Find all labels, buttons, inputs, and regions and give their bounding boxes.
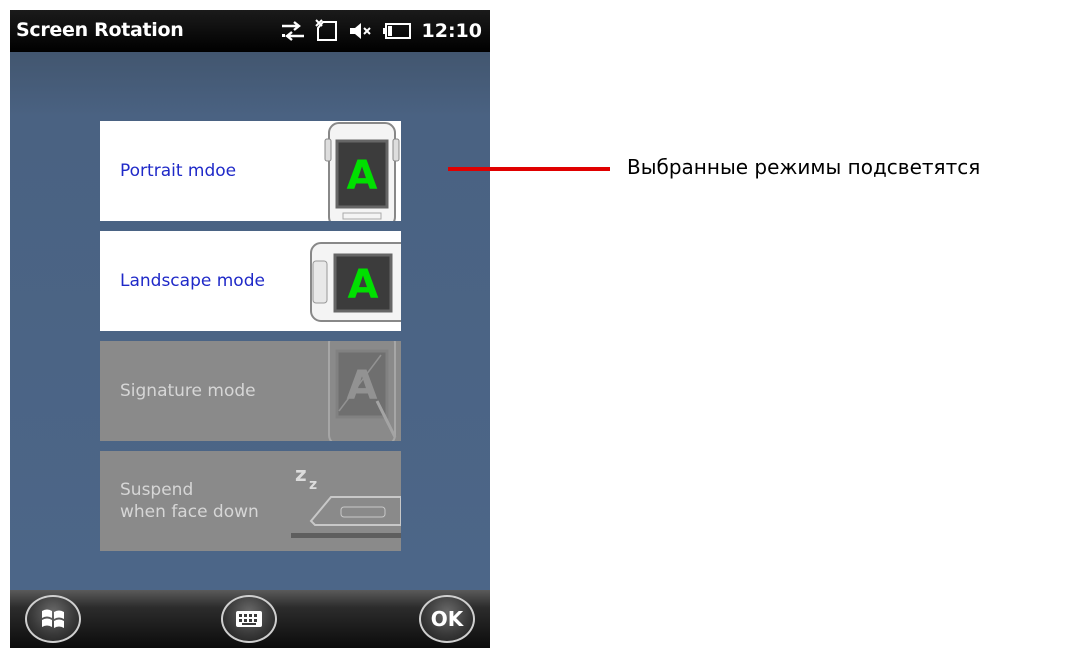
- landscape-mode-label: Landscape mode: [120, 271, 265, 291]
- ok-button[interactable]: OK: [419, 595, 475, 643]
- svg-text:A: A: [347, 153, 378, 199]
- windows-start-icon: [42, 609, 64, 628]
- svg-text:A: A: [348, 262, 379, 308]
- battery-icon[interactable]: [382, 21, 412, 41]
- keyboard-icon: [236, 611, 262, 627]
- no-sim-icon: [314, 19, 337, 41]
- landscape-device-icon: A: [310, 242, 401, 322]
- landscape-mode-tile[interactable]: Landscape mode A: [100, 231, 401, 331]
- svg-text:z: z: [295, 462, 307, 486]
- portrait-device-icon: A: [324, 122, 400, 221]
- connectivity-icon[interactable]: [280, 20, 306, 42]
- rotation-settings-panel: Portrait mdoe A Landscape mode A Signatu: [10, 52, 490, 590]
- signature-device-icon: A: [328, 341, 397, 441]
- signature-mode-label: Signature mode: [120, 381, 256, 401]
- ok-label: OK: [430, 607, 464, 631]
- svg-text:z: z: [309, 477, 317, 493]
- svg-text:A: A: [347, 363, 378, 409]
- suspend-face-down-tile[interactable]: Suspend when face down z z: [100, 451, 401, 551]
- signature-mode-tile[interactable]: Signature mode A: [100, 341, 401, 441]
- callout-text: Выбранные режимы подсветятся: [627, 155, 981, 179]
- speaker-muted-icon[interactable]: [348, 20, 374, 42]
- app-title: Screen Rotation: [16, 19, 184, 41]
- suspend-face-down-label: Suspend when face down: [120, 480, 259, 522]
- app-bar: OK: [10, 590, 490, 648]
- status-bar: Screen Rotation 12:10: [10, 10, 490, 52]
- clock: 12:10: [421, 20, 482, 42]
- portrait-mode-label: Portrait mdoe: [120, 161, 237, 181]
- callout-pointer-line: [448, 167, 610, 171]
- keyboard-button[interactable]: [221, 595, 277, 643]
- face-down-sleep-icon: z z: [291, 462, 401, 538]
- status-icons: 12:10: [272, 16, 482, 46]
- device-screen: Screen Rotation 12:10 Portrait mdoe A La…: [10, 10, 490, 648]
- portrait-mode-tile[interactable]: Portrait mdoe A: [100, 121, 401, 221]
- start-button[interactable]: [25, 595, 81, 643]
